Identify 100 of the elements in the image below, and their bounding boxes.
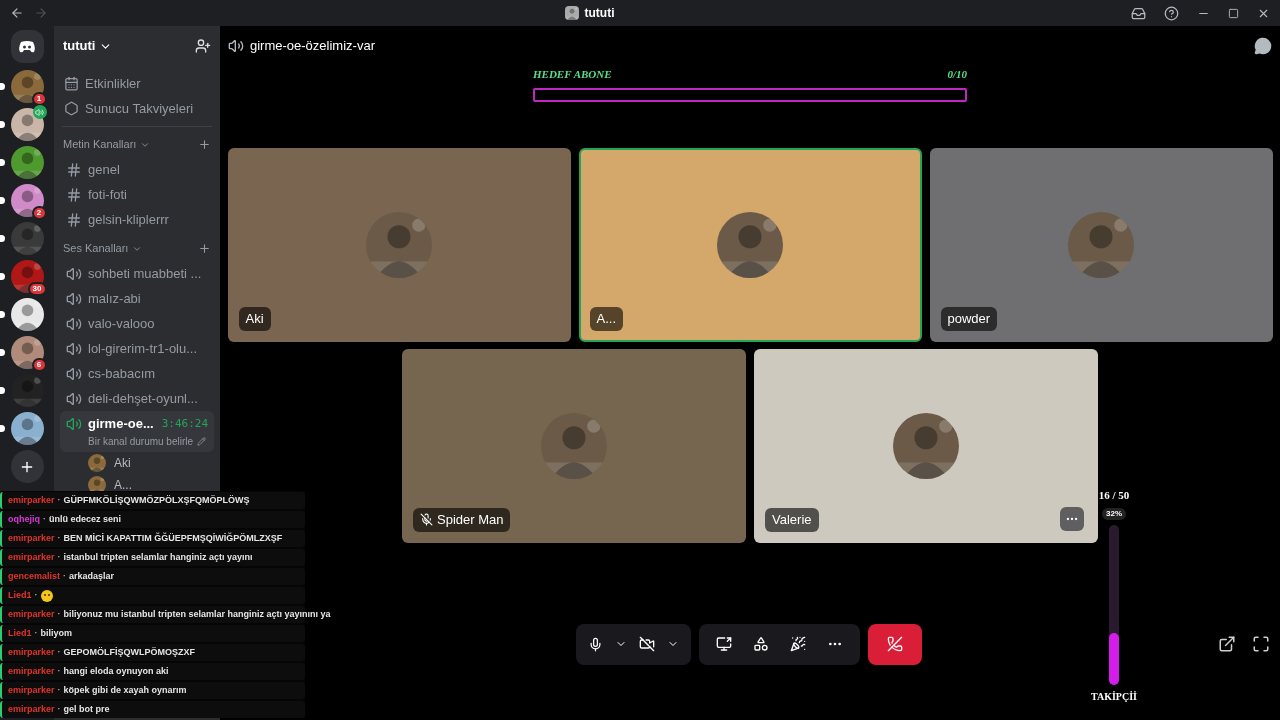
channel-item[interactable]: valo-valooo [60, 311, 214, 336]
muted-mic-icon [420, 513, 433, 526]
hang-up-button[interactable] [868, 623, 922, 665]
window-title: tututi [584, 5, 615, 22]
maximize-icon[interactable] [1228, 7, 1239, 19]
channel-title: girme-oe-özelimiz-var [250, 37, 375, 56]
participant-name: powder [940, 306, 998, 331]
add-server-button[interactable] [10, 450, 44, 483]
chat-username: emirparker [8, 607, 55, 621]
chat-text: GÜPFMKÖLİŞQWMÖZPÖLXŞFQMÖPLÖWŞ [63, 493, 250, 507]
channel-item[interactable]: lol-girerim-tr1-olu... [60, 336, 214, 361]
chat-text: istanbul tripten selamlar hanginiz açtı yayını [63, 550, 253, 564]
hash-icon [66, 186, 82, 203]
separator-dot: · [34, 626, 38, 640]
chat-text: hangi eloda oynuyon aki [63, 664, 169, 678]
separator-dot: · [57, 550, 61, 564]
home-button[interactable] [10, 30, 44, 63]
voice-member[interactable]: Aki [114, 453, 131, 472]
chat-username: Lied1 [8, 588, 32, 602]
hash-icon [66, 161, 82, 178]
chat-username: emirparker [8, 645, 55, 659]
channel-item[interactable]: girme-oe... 3:46:24 Bir kanal durumu belirle [60, 411, 214, 452]
participant-name: Spider Man [413, 507, 511, 532]
soundboard-button[interactable] [790, 636, 807, 652]
chat-username: emirparker [8, 664, 55, 678]
help-icon[interactable] [1164, 5, 1179, 21]
microphone-button[interactable] [588, 636, 603, 652]
goal-count: 0/10 [947, 67, 967, 82]
server-name[interactable]: tututi [63, 36, 96, 56]
chat-username: Lied1 [8, 626, 32, 640]
channel-item[interactable]: cs-babacım [60, 361, 214, 386]
fullscreen-icon[interactable] [1252, 635, 1270, 653]
separator-dot: · [57, 645, 61, 659]
video-tile[interactable]: Aki [227, 147, 571, 342]
goal-label: HEDEF ABONE [533, 67, 612, 82]
speaker-icon [66, 415, 82, 432]
video-tile[interactable]: Spider Man [402, 348, 746, 543]
speaker-icon [66, 290, 82, 307]
speaker-icon [66, 390, 82, 407]
speaker-icon [66, 365, 82, 382]
chat-username: emirparker [8, 531, 55, 545]
separator-dot: · [57, 607, 61, 621]
hash-icon [66, 211, 82, 228]
chat-username: emirparker [8, 550, 55, 564]
speaker-icon [66, 315, 82, 332]
channel-item[interactable]: genel [60, 157, 214, 182]
phone-icon [887, 636, 903, 652]
category-header[interactable]: Metin Kanalları [63, 136, 137, 153]
separator-dot: · [43, 512, 46, 526]
calendar-icon [64, 76, 79, 91]
chat-text: ünlü edecez seni [49, 512, 122, 526]
chat-username: emirparker [8, 493, 55, 507]
voice-member[interactable]: A... [114, 475, 132, 494]
chat-username: oqhejiq [8, 512, 40, 526]
video-tile[interactable]: A... [578, 147, 922, 342]
chat-username: emirparker [8, 702, 55, 716]
channel-item[interactable]: deli-dehşet-oyunl... [60, 386, 214, 411]
video-tile[interactable]: Valerie [754, 348, 1098, 543]
add-channel-icon[interactable] [198, 138, 211, 151]
controller-icon [18, 39, 36, 54]
category-header[interactable]: Ses Kanalları [63, 240, 129, 257]
activities-button[interactable] [752, 636, 769, 652]
speaker-icon [66, 340, 82, 357]
chat-text: köpek gibi de xayah oynarım [63, 683, 187, 697]
add-channel-icon[interactable] [198, 242, 211, 255]
chat-icon[interactable] [1254, 37, 1272, 55]
inbox-icon[interactable] [1131, 5, 1146, 21]
chat-text: GEPOMÖLFİŞQWLPÖMOŞZXF [63, 645, 196, 659]
chat-text: biliyonuz mu istanbul tripten selamlar hanginiz açtı yayınını ya [63, 607, 331, 621]
camera-off-button[interactable] [639, 636, 655, 652]
chat-username: gencemalist [8, 569, 61, 583]
emoji-icon [40, 589, 53, 602]
chat-username: emirparker [8, 683, 55, 697]
popout-icon[interactable] [1218, 635, 1236, 653]
speaker-icon [66, 265, 82, 282]
separator-dot: · [57, 531, 61, 545]
follower-label: TAKİPÇİİ [1091, 689, 1137, 704]
chat-text: biliyom [40, 626, 73, 640]
video-tile[interactable]: powder [929, 147, 1273, 342]
separator-dot: · [57, 702, 61, 716]
more-button[interactable] [1060, 506, 1084, 531]
shortcut-item[interactable]: Etkinlikler [60, 71, 214, 96]
edit-icon [197, 436, 207, 446]
channel-item[interactable]: gelsin-kliplerrr [60, 207, 214, 232]
back-icon[interactable] [10, 6, 24, 20]
invite-icon[interactable] [195, 38, 211, 54]
participant-name: Aki [238, 306, 271, 331]
channel-item[interactable]: foti-foti [60, 182, 214, 207]
shield-icon [64, 101, 79, 116]
shortcut-item[interactable]: Sunucu Takviyeleri [60, 96, 214, 121]
separator-dot: · [34, 588, 38, 602]
speaker-icon [228, 38, 244, 54]
channel-name: girme-oe... [88, 415, 154, 433]
chat-text: gel bot pre [63, 702, 110, 716]
channel-item[interactable]: malız-abi [60, 286, 214, 311]
channel-item[interactable]: sohbeti muabbeti ... [60, 261, 214, 286]
chat-text: arkadaşlar [69, 569, 115, 583]
call-timer: 3:46:24 [161, 415, 208, 432]
screen-share-button[interactable] [715, 636, 732, 652]
follower-percent: 32% [1102, 507, 1126, 520]
